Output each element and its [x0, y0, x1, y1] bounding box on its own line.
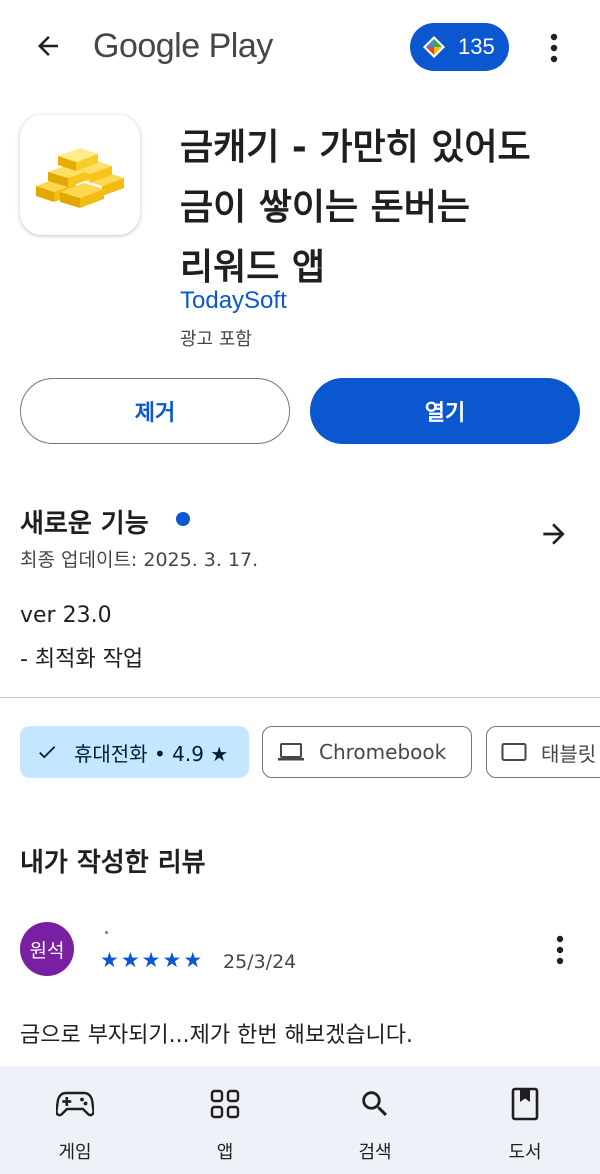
reviewer-name [105, 931, 108, 934]
last-updated-text: 최종 업데이트: 2025. 3. 17. [20, 549, 259, 571]
device-chip-chromebook-label: Chromebook [319, 740, 447, 764]
app-icon[interactable] [20, 115, 140, 235]
changelog-text: - 최적화 작업 [20, 647, 144, 672]
section-divider [0, 697, 600, 698]
arrow-back-icon [38, 36, 58, 56]
check-icon [39, 746, 56, 759]
star-icon: ★ [141, 948, 161, 972]
play-points-button[interactable]: 135 [410, 23, 509, 71]
contains-ads-label: 광고 포함 [180, 329, 252, 350]
top-app-bar: Google Play 135 [0, 0, 600, 96]
more-vert-icon [550, 33, 558, 63]
star-icon: ★ [183, 948, 203, 972]
more-vert-icon [556, 935, 564, 965]
points-count: 135 [458, 34, 495, 59]
app-title-line-1: 금캐기 - 가만히 있어도 [180, 127, 531, 168]
gold-bars-icon [36, 148, 124, 208]
app-title-line-2: 금이 쌓이는 돈버는 [180, 187, 471, 228]
whats-new-title: 새로운 기능 [20, 509, 149, 539]
star-icon: ★ [100, 948, 119, 972]
review-more-button[interactable] [540, 926, 580, 974]
star-icon: ★ [162, 948, 182, 972]
version-text: ver 23.0 [20, 603, 112, 628]
device-chip-tablet[interactable]: 태블릿 [486, 726, 600, 778]
nav-games-label: 게임 [58, 1142, 92, 1163]
reviewer-avatar: 원석 [20, 922, 74, 976]
arrow-forward-icon [543, 523, 565, 545]
nav-books[interactable]: 도서 [465, 1066, 585, 1174]
app-title: 금캐기 - 가만히 있어도 금이 쌓이는 돈버는 리워드 앱 [180, 118, 580, 298]
device-chip-chromebook[interactable]: Chromebook [262, 726, 472, 778]
whats-new-arrow-button[interactable] [530, 512, 578, 556]
new-indicator-dot [176, 512, 190, 526]
back-button[interactable] [24, 22, 72, 70]
star-icon: ★ [120, 948, 140, 972]
device-chip-phone[interactable]: 휴대전화 • 4.9 ★ [20, 726, 249, 778]
review-text: 금으로 부자되기...제가 한번 해보겠습니다. [20, 1023, 414, 1048]
laptop-icon [278, 743, 304, 761]
nav-games[interactable]: 게임 [15, 1066, 135, 1174]
google-play-logo[interactable]: Google Play [93, 27, 273, 66]
bottom-navigation: 게임 앱 검색 도서 [0, 1066, 600, 1174]
device-chip-tablet-label: 태블릿 [541, 741, 597, 766]
book-icon [511, 1087, 539, 1121]
developer-link[interactable]: TodaySoft [180, 287, 287, 315]
review-date: 25/3/24 [223, 951, 297, 973]
nav-apps[interactable]: 앱 [165, 1066, 285, 1174]
tablet-icon [501, 743, 527, 761]
apps-grid-icon [210, 1089, 240, 1119]
uninstall-button[interactable]: 제거 [20, 378, 290, 444]
nav-books-label: 도서 [508, 1142, 542, 1163]
search-icon [362, 1091, 388, 1117]
nav-search[interactable]: 검색 [315, 1066, 435, 1174]
device-chip-phone-label: 휴대전화 • 4.9 ★ [74, 741, 229, 766]
nav-apps-label: 앱 [216, 1142, 234, 1163]
play-points-icon [423, 36, 445, 58]
more-options-button[interactable] [534, 24, 574, 72]
my-review-heading: 내가 작성한 리뷰 [20, 848, 206, 878]
star-rating: ★ ★ ★ ★ ★ [100, 948, 202, 972]
nav-search-label: 검색 [358, 1142, 392, 1163]
gamepad-icon [56, 1091, 94, 1117]
open-button[interactable]: 열기 [310, 378, 580, 444]
